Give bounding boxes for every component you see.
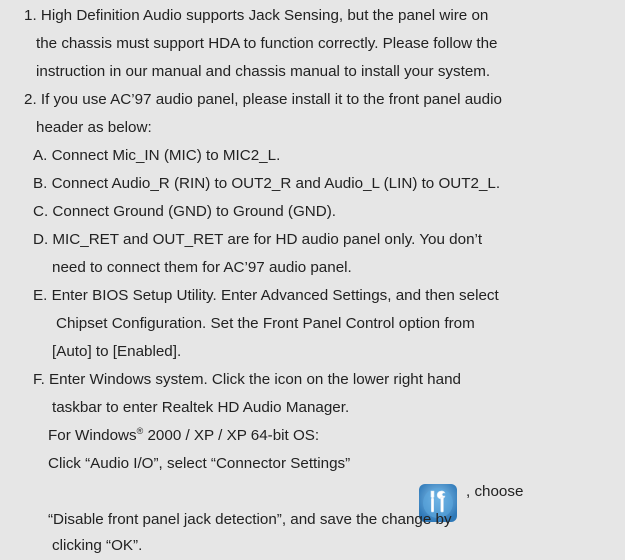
os-label-prefix: For Windows: [48, 427, 137, 444]
step-b: B. Connect Audio_R (RIN) to OUT2_R and A…: [33, 175, 501, 192]
step-f-line-6: clicking “OK”.: [52, 537, 143, 554]
note-2-line-2: header as below:: [36, 119, 152, 136]
os-label-suffix: 2000 / XP / XP 64-bit OS:: [143, 427, 320, 444]
step-f-line-1: F. Enter Windows system. Click the icon …: [33, 371, 461, 388]
step-f-line-5: “Disable front panel jack detection”, an…: [48, 511, 452, 528]
manual-page: 1. High Definition Audio supports Jack S…: [0, 0, 625, 560]
step-f-line-3: For Windows® 2000 / XP / XP 64-bit OS:: [48, 426, 319, 446]
note-1-line-1: 1. High Definition Audio supports Jack S…: [24, 7, 489, 24]
note-1-line-2: the chassis must support HDA to function…: [36, 35, 498, 52]
step-d-line-1: D. MIC_RET and OUT_RET are for HD audio …: [33, 231, 483, 248]
note-1-line-3: instruction in our manual and chassis ma…: [36, 63, 491, 80]
step-e-line-2: Chipset Configuration. Set the Front Pan…: [56, 315, 475, 332]
step-f-line-2: taskbar to enter Realtek HD Audio Manage…: [52, 399, 350, 416]
step-a: A. Connect Mic_IN (MIC) to MIC2_L.: [33, 147, 281, 164]
step-e-line-1: E. Enter BIOS Setup Utility. Enter Advan…: [33, 287, 499, 304]
note-2-line-1: 2. If you use AC’97 audio panel, please …: [24, 91, 502, 108]
step-d-line-2: need to connect them for AC’97 audio pan…: [52, 259, 352, 276]
step-f-line-4-end: , choose: [466, 483, 524, 500]
step-e-line-3: [Auto] to [Enabled].: [52, 343, 182, 360]
step-f-line-4: Click “Audio I/O”, select “Connector Set…: [48, 455, 351, 472]
step-c: C. Connect Ground (GND) to Ground (GND).: [33, 203, 337, 220]
